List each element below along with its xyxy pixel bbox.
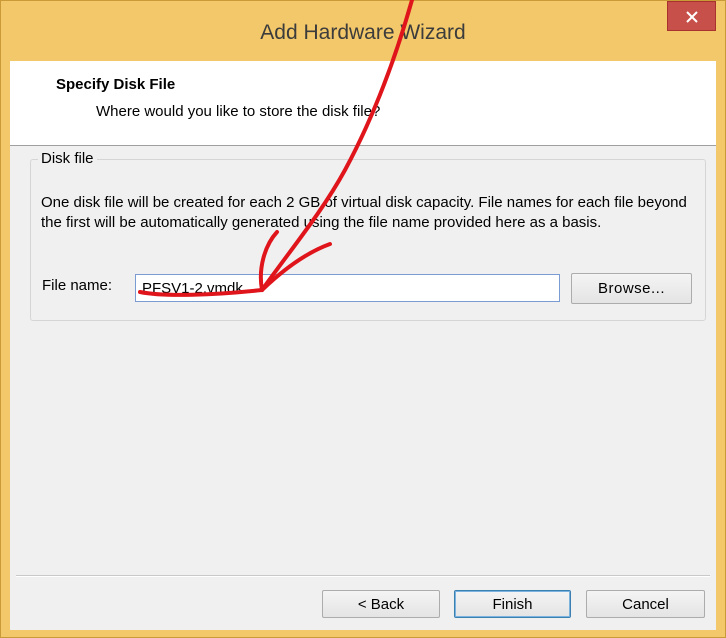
back-button[interactable]: < Back <box>322 590 440 618</box>
wizard-header: Specify Disk File Where would you like t… <box>10 61 716 146</box>
wizard-window: Add Hardware Wizard Specify Disk File Wh… <box>0 0 726 638</box>
group-label: Disk file <box>38 150 97 167</box>
wizard-content: Specify Disk File Where would you like t… <box>10 61 716 630</box>
group-description: One disk file will be created for each 2… <box>41 194 687 231</box>
page-subtitle: Where would you like to store the disk f… <box>96 103 381 120</box>
cancel-button[interactable]: Cancel <box>586 590 705 618</box>
window-title: Add Hardware Wizard <box>260 21 466 44</box>
page-title: Specify Disk File <box>56 76 176 93</box>
title-bar[interactable]: Add Hardware Wizard <box>1 1 725 61</box>
file-name-label: File name: <box>42 277 113 294</box>
footer-divider <box>16 575 710 577</box>
file-name-input[interactable] <box>135 274 560 302</box>
disk-file-group: Disk file One disk file will be created … <box>30 150 706 321</box>
close-button[interactable] <box>667 1 716 31</box>
close-icon <box>686 11 698 23</box>
finish-button[interactable]: Finish <box>454 590 571 618</box>
browse-button[interactable]: Browse... <box>571 273 692 304</box>
